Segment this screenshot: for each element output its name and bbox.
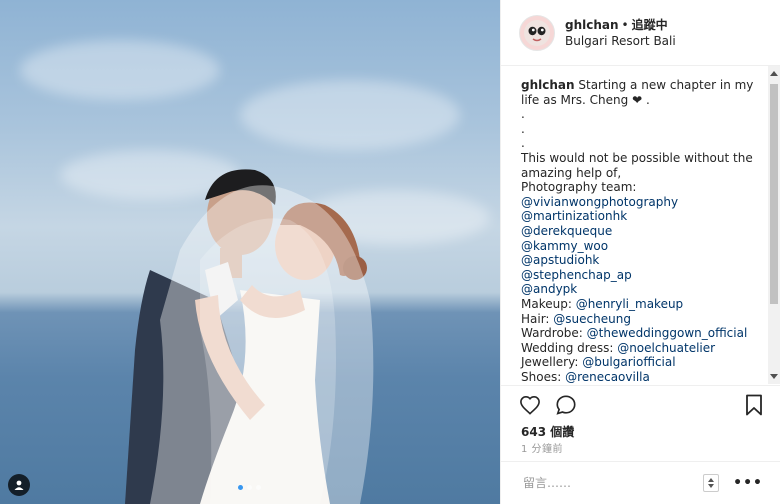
following-button[interactable]: 追蹤中 [632,17,668,33]
like-button[interactable] [519,395,541,415]
mention-link[interactable]: @martinizationhk [521,209,763,224]
credit-label: Shoes: [521,369,566,384]
carousel-dots [238,485,261,490]
heart-icon [520,395,540,415]
mention-link[interactable]: @andypk [521,282,763,297]
comment-stepper[interactable] [703,474,720,492]
caption-line: life as Mrs. Cheng ❤ . [521,92,650,107]
caption-line: Photography team: [521,180,637,195]
scrollbar-thumb[interactable] [770,84,778,304]
mention-link[interactable]: @suecheung [553,312,631,326]
mention-link[interactable]: @renecaovilla [565,370,650,384]
username-link[interactable]: ghlchan [565,17,619,33]
comment-icon [556,395,576,415]
caption-line: . [521,136,525,151]
caption-line: . [521,121,525,136]
mention-link[interactable]: @noelchuatelier [617,341,715,355]
avatar-face-icon [524,19,550,46]
post-photo[interactable] [0,0,500,504]
more-options-button[interactable]: ••• [733,475,763,491]
credit-label: Jewellery: [521,355,583,370]
post-side-panel: ghlchan • 追蹤中 Bulgari Resort Bali ghlcha… [500,0,780,504]
scroll-down-arrow-icon[interactable] [770,374,778,379]
credit-label: Wardrobe: [521,326,587,341]
caption-scrollbar[interactable] [768,66,780,384]
avatar[interactable] [519,14,555,51]
post-timestamp[interactable]: 1 分鐘前 [501,440,780,460]
separator-dot: • [621,17,629,32]
mention-link[interactable]: @apstudiohk [521,253,763,268]
mention-link[interactable]: @theweddinggown_official [587,326,748,340]
instagram-post: ghlchan • 追蹤中 Bulgari Resort Bali ghlcha… [0,0,780,504]
user-tag-button[interactable] [8,474,30,496]
save-button[interactable] [745,394,763,420]
mention-link[interactable]: @derekqueque [521,224,763,239]
carousel-dot [256,485,261,490]
mention-link[interactable]: @henryli_makeup [576,297,683,311]
comment-input[interactable] [521,475,704,491]
mention-link[interactable]: @vivianwongphotography [521,195,763,210]
comment-button[interactable] [555,394,577,416]
post-actions: 643 個讚 1 分鐘前 [501,385,780,460]
caption-first-line: Starting a new chapter in my [578,78,754,92]
location-link[interactable]: Bulgari Resort Bali [565,33,676,49]
user-tag-icon [14,480,24,490]
likes-count[interactable]: 643 個讚 [501,424,780,440]
credit-label: Hair: [521,311,554,326]
caption-line: This would not be possible without the [521,150,753,165]
scroll-up-arrow-icon[interactable] [770,71,778,76]
credit-label: Makeup: [521,296,576,311]
carousel-dot [247,485,252,490]
mention-link[interactable]: @bulgariofficial [582,355,675,369]
bookmark-icon [746,394,762,416]
caption-line: . [521,107,525,122]
credit-label: Wedding dress: [521,340,618,355]
mention-link[interactable]: @kammy_woo [521,239,763,254]
couple-illustration [125,169,374,504]
stepper-down-icon [708,484,715,488]
stepper-up-icon [708,478,715,482]
carousel-dot-active [238,485,243,490]
caption-line: amazing help of, [521,165,622,180]
caption-username[interactable]: ghlchan [521,78,575,92]
post-header: ghlchan • 追蹤中 Bulgari Resort Bali [501,0,780,66]
mention-link[interactable]: @stephenchap_ap [521,268,763,283]
comment-form: ••• [501,461,780,504]
caption-area[interactable]: ghlchan Starting a new chapter in my lif… [501,66,780,384]
